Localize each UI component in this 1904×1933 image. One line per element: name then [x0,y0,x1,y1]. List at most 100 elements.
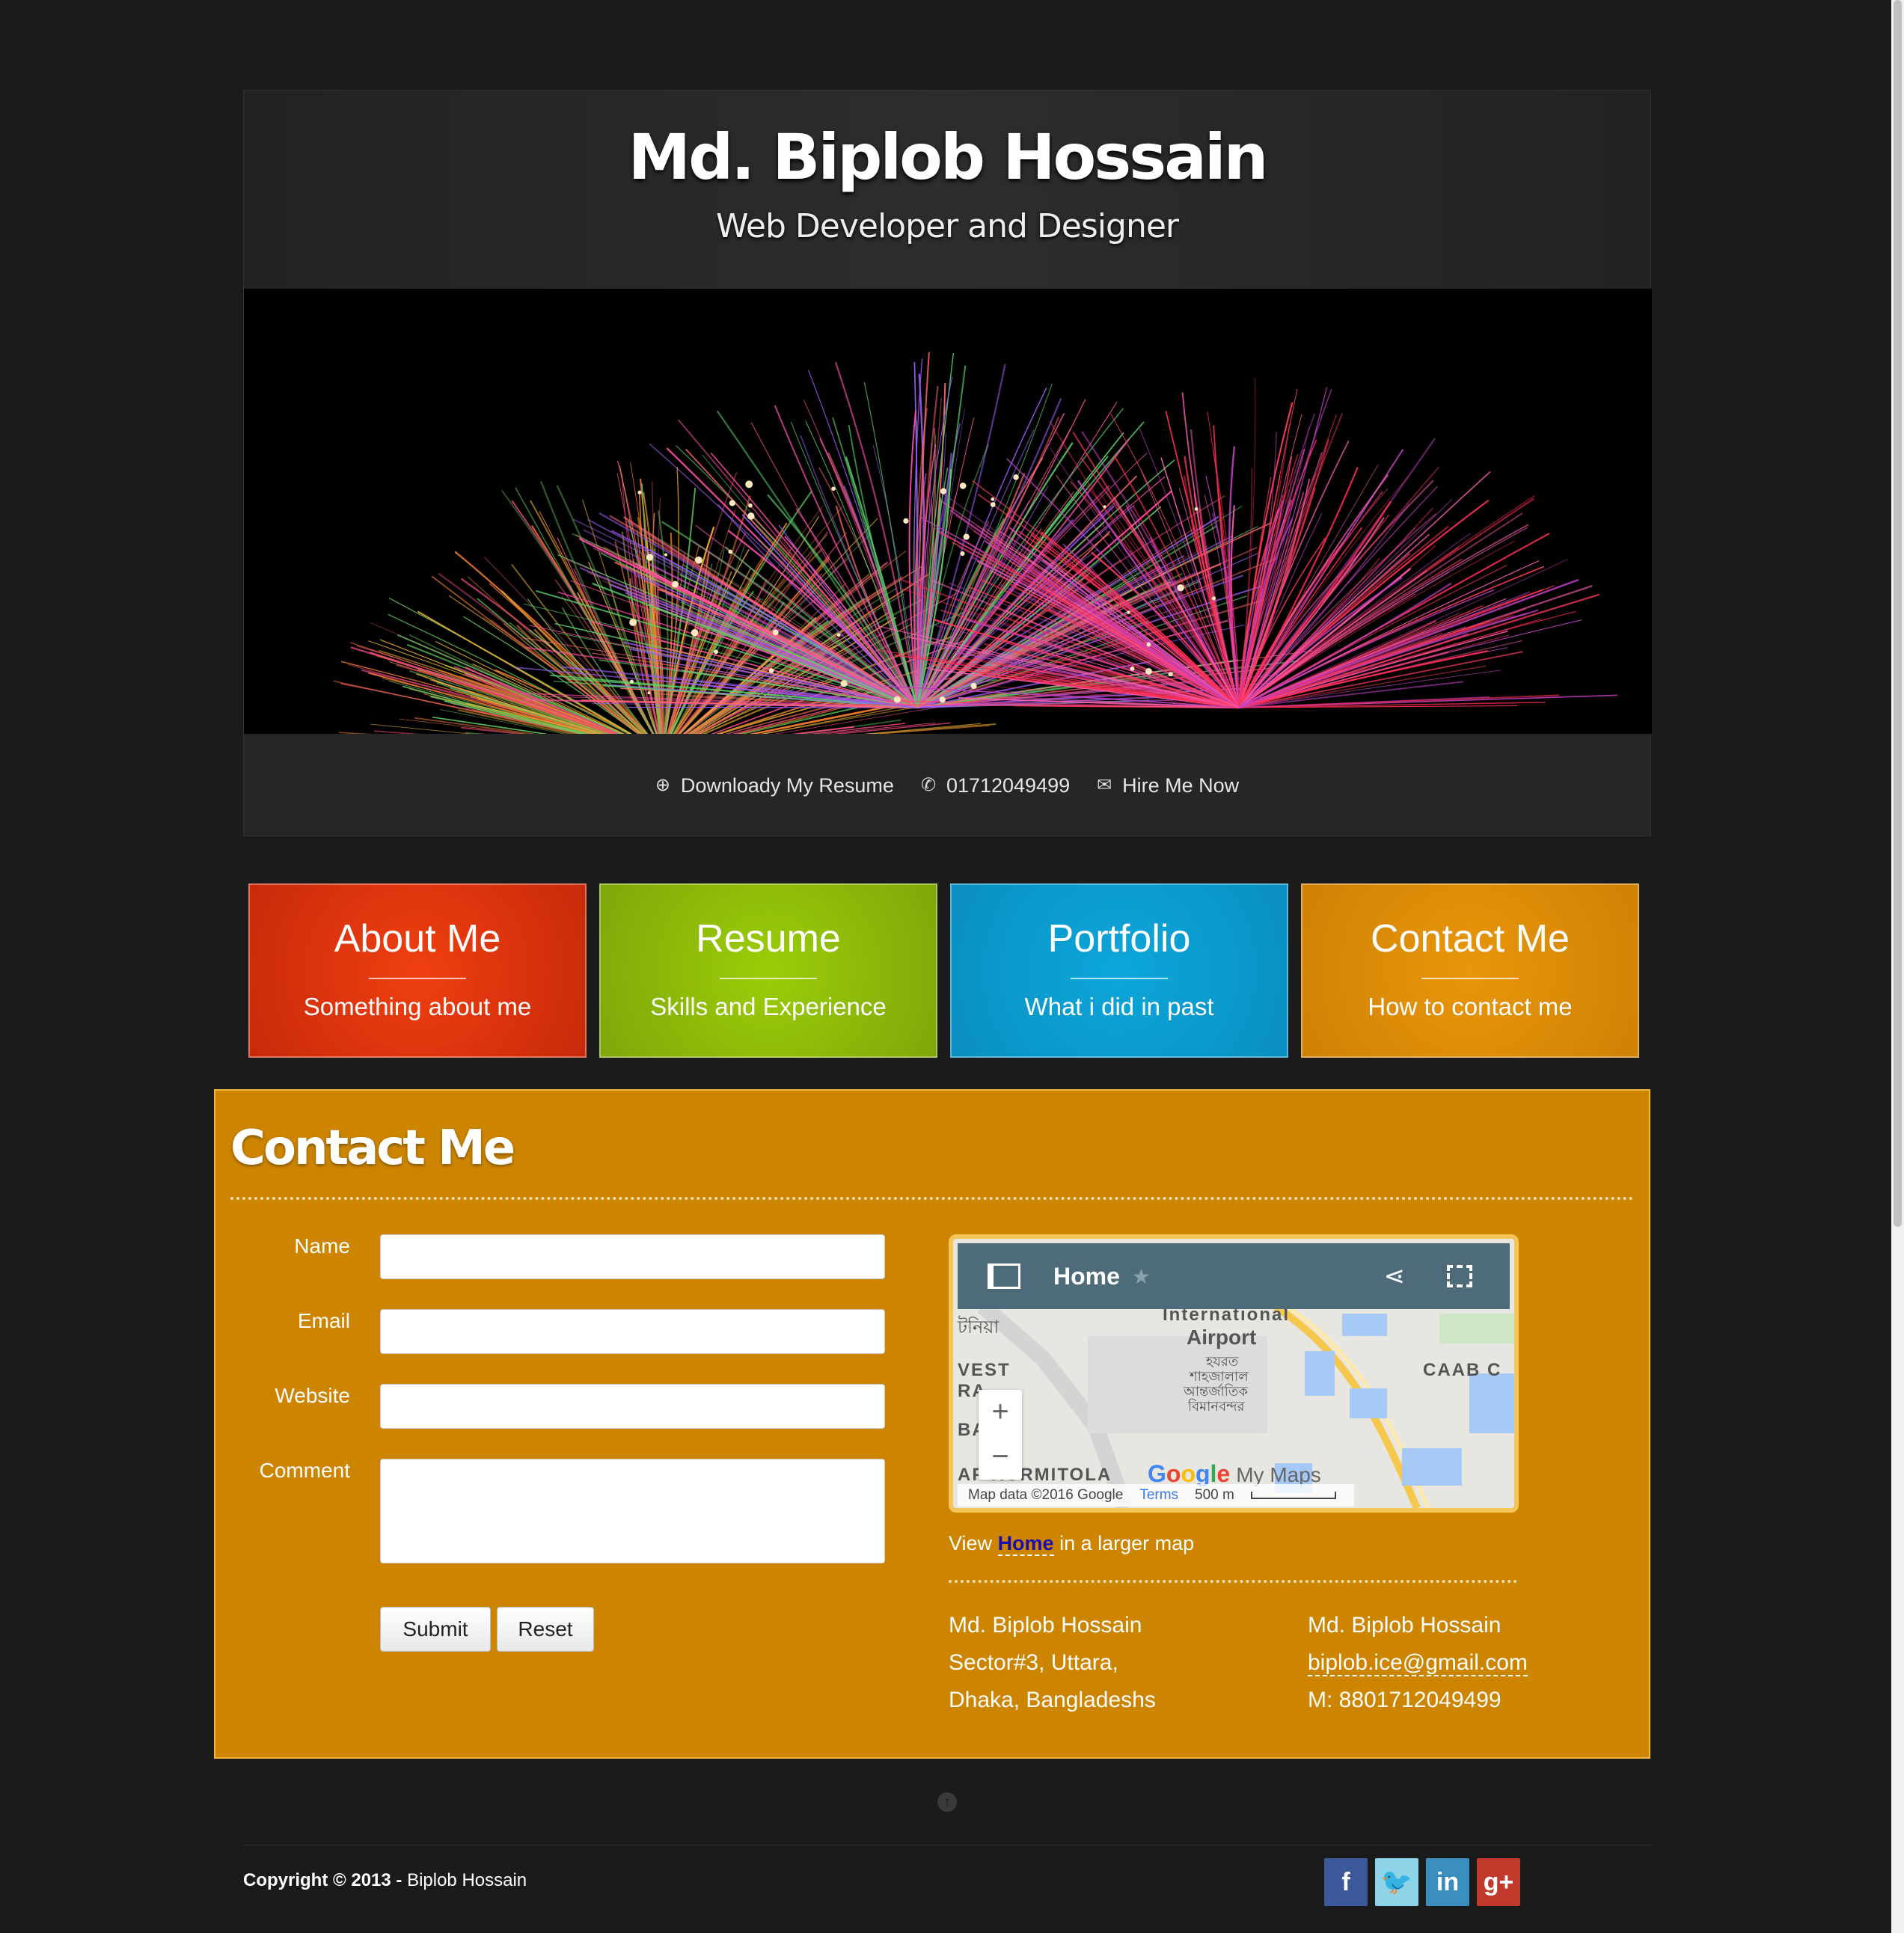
map-label: VEST [958,1360,1011,1380]
firework-spark [745,480,753,488]
firework-spark [836,633,841,637]
map-title: Home [1053,1262,1120,1290]
google-logo-text: Google [1148,1460,1231,1487]
tile-contact-me[interactable]: Contact Me How to contact me [1301,883,1639,1058]
copyright: Copyright © 2013 - Biplob Hossain [243,1870,527,1891]
firework-spark [747,512,755,520]
contact-name: Md. Biplob Hossain [1308,1613,1502,1638]
firework-spark [840,680,848,687]
zoom-in-button[interactable]: + [979,1390,1022,1435]
address-line: Sector#3, Uttara, [949,1650,1118,1675]
twitter-icon[interactable]: 🐦 [1375,1858,1418,1906]
website-label: Website [275,1384,350,1407]
firework-streak [724,546,918,708]
download-circle-icon: ⊕ [655,775,670,795]
name-input[interactable] [380,1234,885,1279]
site-tagline: Web Developer and Designer [715,207,1179,245]
firework-spark [768,668,774,673]
tile-title: About Me [334,917,501,961]
firework-spark [960,551,965,557]
submit-button[interactable]: Submit [380,1607,491,1652]
quick-links: ⊕ Downloady My Resume ✆ 01712049499 ✉ Hi… [244,734,1650,837]
back-to-top-icon[interactable]: ↑ [937,1792,957,1812]
linkedin-icon[interactable]: in [1426,1858,1469,1906]
contact-heading: Contact Me [230,1121,515,1176]
firework-spark [1130,666,1135,671]
envelope-icon: ✉ [1097,775,1112,795]
comment-textarea[interactable] [380,1459,885,1563]
firework-spark [1194,506,1199,511]
firework-spark [939,696,946,703]
website-input[interactable] [380,1384,885,1429]
map-attribution: Map data ©2016 Google [968,1487,1124,1503]
page-scrollbar[interactable] [1891,0,1904,1933]
map-sidebar-toggle-icon[interactable] [988,1263,1020,1289]
postal-address: Md. Biplob Hossain Sector#3, Uttara, Dha… [949,1607,1156,1719]
firework-spark [1211,596,1216,601]
zoom-out-button[interactable]: − [979,1435,1022,1480]
map-label: বিমানবন্দর [1188,1399,1245,1414]
scale-bar [1250,1492,1336,1499]
embedded-map[interactable]: International Airport হযরত শাহজালাল আন্ত… [949,1234,1519,1513]
fireworks-image [333,352,1618,734]
tile-divider [1071,978,1168,979]
phone-link[interactable]: ✆ 01712049499 [921,774,1070,797]
firework-spark [1103,505,1106,509]
tile-title: Contact Me [1371,917,1570,961]
address-line: Dhaka, Bangladeshs [949,1688,1156,1712]
tile-divider [369,978,466,979]
dotted-divider [230,1197,1634,1200]
firework-spark [1177,583,1184,592]
tile-divider [720,978,817,979]
firework-spark [729,500,735,506]
tile-subtitle: Something about me [303,993,532,1020]
firework-spark [695,556,702,564]
hire-me-link[interactable]: ✉ Hire Me Now [1097,774,1239,797]
email-link[interactable]: biplob.ice@gmail.com [1308,1650,1528,1676]
phone-number: M: 8801712049499 [1308,1688,1502,1712]
firework-spark [903,518,909,524]
fullscreen-icon[interactable] [1447,1265,1472,1287]
firework-spark [1127,610,1130,614]
contact-section: Contact Me Name Email Website Comment Su… [214,1089,1650,1759]
larger-map-link[interactable]: Home [997,1532,1054,1556]
share-icon[interactable]: ⋖ [1384,1261,1406,1291]
name-label: Name [294,1234,350,1257]
firework-spark [629,679,634,684]
tile-about-me[interactable]: About Me Something about me [248,883,587,1058]
comment-row: Comment [215,1459,885,1563]
firework-spark [629,619,637,626]
fireworks-banner [244,289,1652,734]
email-input[interactable] [380,1309,885,1354]
facebook-icon[interactable]: f [1324,1858,1368,1906]
scrollbar-thumb[interactable] [1894,0,1902,1227]
firework-spark [647,691,651,695]
download-resume-link[interactable]: ⊕ Downloady My Resume [655,774,894,797]
reset-button[interactable]: Reset [497,1607,594,1652]
email-label: Email [297,1309,350,1332]
view-larger-map: View Home in a larger map [949,1532,1194,1556]
firework-spark [970,682,977,690]
tile-title: Resume [696,917,841,961]
google-plus-icon[interactable]: g+ [1477,1858,1520,1906]
tile-resume[interactable]: Resume Skills and Experience [599,883,937,1058]
map-attribution-bar: Map data ©2016 Google Terms 500 m [958,1484,1354,1507]
firework-spark [991,497,995,501]
firework-spark [664,553,668,557]
star-icon[interactable]: ★ [1132,1264,1151,1289]
profile-header: Md. Biplob Hossain Web Developer and Des… [243,90,1652,837]
firework-spark [728,549,733,554]
map-terms-link[interactable]: Terms [1139,1487,1178,1504]
tile-portfolio[interactable]: Portfolio What i did in past [950,883,1288,1058]
tile-title: Portfolio [1047,917,1191,961]
tile-subtitle: What i did in past [1024,993,1214,1020]
firework-spark [940,488,947,494]
contact-details: Md. Biplob Hossain biplob.ice@gmail.com … [1308,1607,1528,1719]
firework-spark [772,629,779,636]
my-maps-text: My Maps [1236,1463,1321,1486]
firework-spark [990,502,996,507]
firework-spark [646,554,654,561]
map-label: টনিয়া [958,1317,1000,1338]
tile-subtitle: Skills and Experience [650,993,887,1020]
website-row: Website [215,1384,885,1429]
